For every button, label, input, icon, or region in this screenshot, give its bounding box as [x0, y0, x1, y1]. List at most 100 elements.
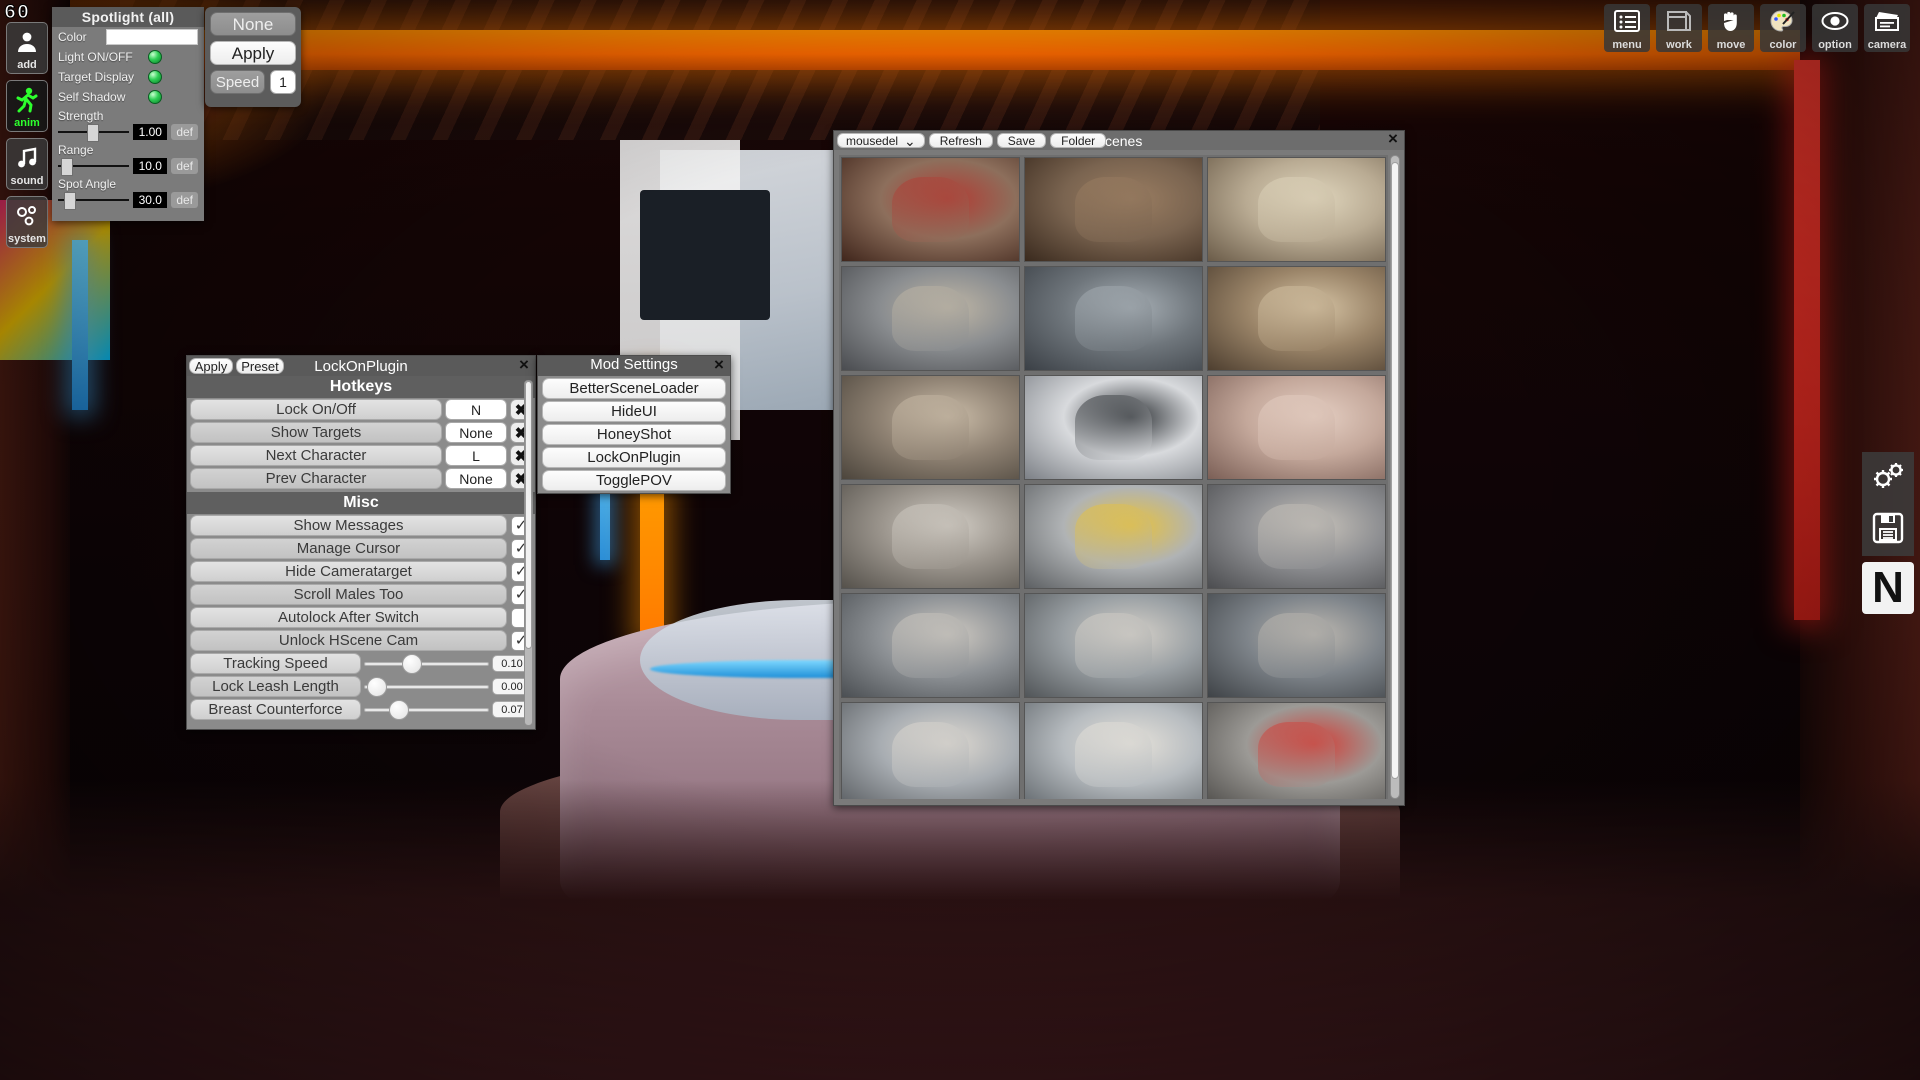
mod-settings-close-button[interactable]: × [710, 356, 728, 375]
scene-thumbnail-figure [1257, 612, 1336, 679]
lockon-hotkey-row: Prev Character None ✖ [187, 467, 535, 490]
spotlight-self-shadow-toggle[interactable] [148, 90, 162, 104]
save-button[interactable] [1862, 504, 1914, 556]
scenes-save-button[interactable]: Save [996, 133, 1047, 148]
hotkey-next-character-label[interactable]: Next Character [190, 445, 442, 466]
toolbar-option-button[interactable]: option [1812, 4, 1858, 52]
animation-speed-button[interactable]: Speed [210, 70, 265, 94]
spotlight-spot-angle-default-button[interactable]: def [171, 192, 198, 208]
spotlight-spot-angle-slider[interactable] [58, 191, 130, 210]
hotkey-prev-character-label[interactable]: Prev Character [190, 468, 442, 489]
misc-lock-leash-length-slider[interactable] [364, 676, 489, 697]
scene-thumbnail[interactable] [1024, 702, 1203, 799]
lockon-close-button[interactable]: × [515, 356, 533, 375]
misc-hide-cameratarget-label[interactable]: Hide Cameratarget [190, 561, 507, 582]
scene-thumbnail[interactable] [841, 484, 1020, 589]
sidebar-item-add[interactable]: add [6, 22, 48, 74]
scene-thumbnail-figure [1257, 503, 1336, 570]
spotlight-range-value[interactable]: 10.0 [133, 158, 168, 174]
scene-thumbnail[interactable] [1024, 593, 1203, 698]
scene-thumbnail[interactable] [841, 593, 1020, 698]
toolbar-work-button[interactable]: work [1656, 4, 1702, 52]
lockon-scrollbar-thumb[interactable] [525, 381, 532, 650]
scene-thumbnail[interactable] [841, 702, 1020, 799]
scene-thumbnail[interactable] [1024, 266, 1203, 371]
scene-thumbnail-figure [1074, 176, 1153, 243]
scenes-refresh-button[interactable]: Refresh [928, 133, 993, 148]
scenes-vertical-scrollbar[interactable] [1390, 155, 1400, 799]
spotlight-color-swatch[interactable] [106, 29, 198, 45]
sidebar-item-sound[interactable]: sound [6, 138, 48, 190]
n-button[interactable]: N [1862, 562, 1914, 614]
yellow-car-street-scene [1025, 485, 1202, 588]
scene-thumbnail-figure [1257, 285, 1336, 352]
spotlight-range-default-button[interactable]: def [171, 158, 198, 174]
scene-thumbnail[interactable] [1207, 702, 1386, 799]
spotlight-strength-slider[interactable] [58, 123, 130, 142]
spotlight-light-onoff-toggle[interactable] [148, 50, 162, 64]
sidebar-item-anim[interactable]: anim [6, 80, 48, 132]
hotkey-show-targets-value[interactable]: None [445, 422, 507, 443]
scene-thumbnail[interactable] [1024, 375, 1203, 480]
lockon-preset-button[interactable]: Preset [236, 358, 284, 374]
misc-manage-cursor-label[interactable]: Manage Cursor [190, 538, 507, 559]
misc-scroll-males-too-label[interactable]: Scroll Males Too [190, 584, 507, 605]
misc-autolock-after-switch-label[interactable]: Autolock After Switch [190, 607, 507, 628]
scenes-folder-dropdown[interactable]: mousedel ⌄ [837, 133, 925, 148]
scene-thumbnail-figure [1257, 176, 1336, 243]
settings-gears-button[interactable] [1862, 452, 1914, 504]
hotkey-prev-character-value[interactable]: None [445, 468, 507, 489]
gears-icon [1870, 460, 1906, 497]
toolbar-move-button[interactable]: move [1708, 4, 1754, 52]
mod-button-honeyshot[interactable]: HoneyShot [542, 424, 726, 445]
scene-thumbnail[interactable] [841, 266, 1020, 371]
animation-none-button[interactable]: None [210, 12, 296, 36]
scene-thumbnail[interactable] [1207, 484, 1386, 589]
spotlight-strength-value[interactable]: 1.00 [133, 124, 168, 140]
spotlight-range-slider[interactable] [58, 157, 130, 176]
lockon-misc-row: Show Messages ✓ [187, 514, 535, 537]
sidebar-item-system[interactable]: system [6, 196, 48, 248]
scene-thumbnail[interactable] [841, 157, 1020, 262]
toolbar-color-button[interactable]: color [1760, 4, 1806, 52]
toolbar-camera-label: camera [1867, 38, 1907, 51]
misc-show-messages-label[interactable]: Show Messages [190, 515, 507, 536]
scene-thumbnail[interactable] [1207, 593, 1386, 698]
spotlight-spot-angle-value[interactable]: 30.0 [133, 192, 168, 208]
scenes-close-button[interactable]: × [1384, 130, 1402, 149]
scene-thumbnail[interactable] [1207, 266, 1386, 371]
lockon-vertical-scrollbar[interactable] [524, 380, 533, 726]
toolbar-camera-button[interactable]: camera [1864, 4, 1910, 52]
hotkey-lock-on-off-label[interactable]: Lock On/Off [190, 399, 442, 420]
rubble-sitting-scene [842, 485, 1019, 588]
toolbar-menu-button[interactable]: menu [1604, 4, 1650, 52]
misc-tracking-speed-slider[interactable] [364, 653, 489, 674]
mod-button-hideui[interactable]: HideUI [542, 401, 726, 422]
animation-apply-button[interactable]: Apply [210, 41, 296, 65]
scene-thumbnail[interactable] [1207, 157, 1386, 262]
scene-thumbnail[interactable] [1024, 484, 1203, 589]
hotkey-next-character-value[interactable]: L [445, 445, 507, 466]
spotlight-strength-label: Strength [58, 109, 104, 123]
scene-thumbnail[interactable] [841, 375, 1020, 480]
scene-thumbnail-figure [891, 612, 970, 679]
hotkey-lock-on-off-value[interactable]: N [445, 399, 507, 420]
scenes-scrollbar-thumb[interactable] [1391, 162, 1399, 779]
misc-unlock-hscene-cam-label[interactable]: Unlock HScene Cam [190, 630, 507, 651]
spotlight-target-display-toggle[interactable] [148, 70, 162, 84]
animation-speed-input[interactable]: 1 [270, 70, 296, 94]
spotlight-strength-default-button[interactable]: def [171, 124, 198, 140]
blue-neon-strip [72, 240, 88, 410]
scene-thumbnail-figure [1257, 394, 1336, 461]
mod-button-bettersceneloader[interactable]: BetterSceneLoader [542, 378, 726, 399]
misc-breast-counterforce-slider[interactable] [364, 699, 489, 720]
lockon-apply-button[interactable]: Apply [189, 358, 233, 374]
spotlight-toggle-row: Self Shadow [52, 87, 204, 107]
mod-button-lockonplugin[interactable]: LockOnPlugin [542, 447, 726, 468]
scene-thumbnail[interactable] [1024, 157, 1203, 262]
hotkey-show-targets-label[interactable]: Show Targets [190, 422, 442, 443]
scene-thumbnail[interactable] [1207, 375, 1386, 480]
scenes-folder-button[interactable]: Folder [1050, 133, 1107, 148]
mod-button-togglepov[interactable]: TogglePOV [542, 470, 726, 491]
lockon-slider-row: Lock Leash Length 0.00 [187, 675, 535, 698]
